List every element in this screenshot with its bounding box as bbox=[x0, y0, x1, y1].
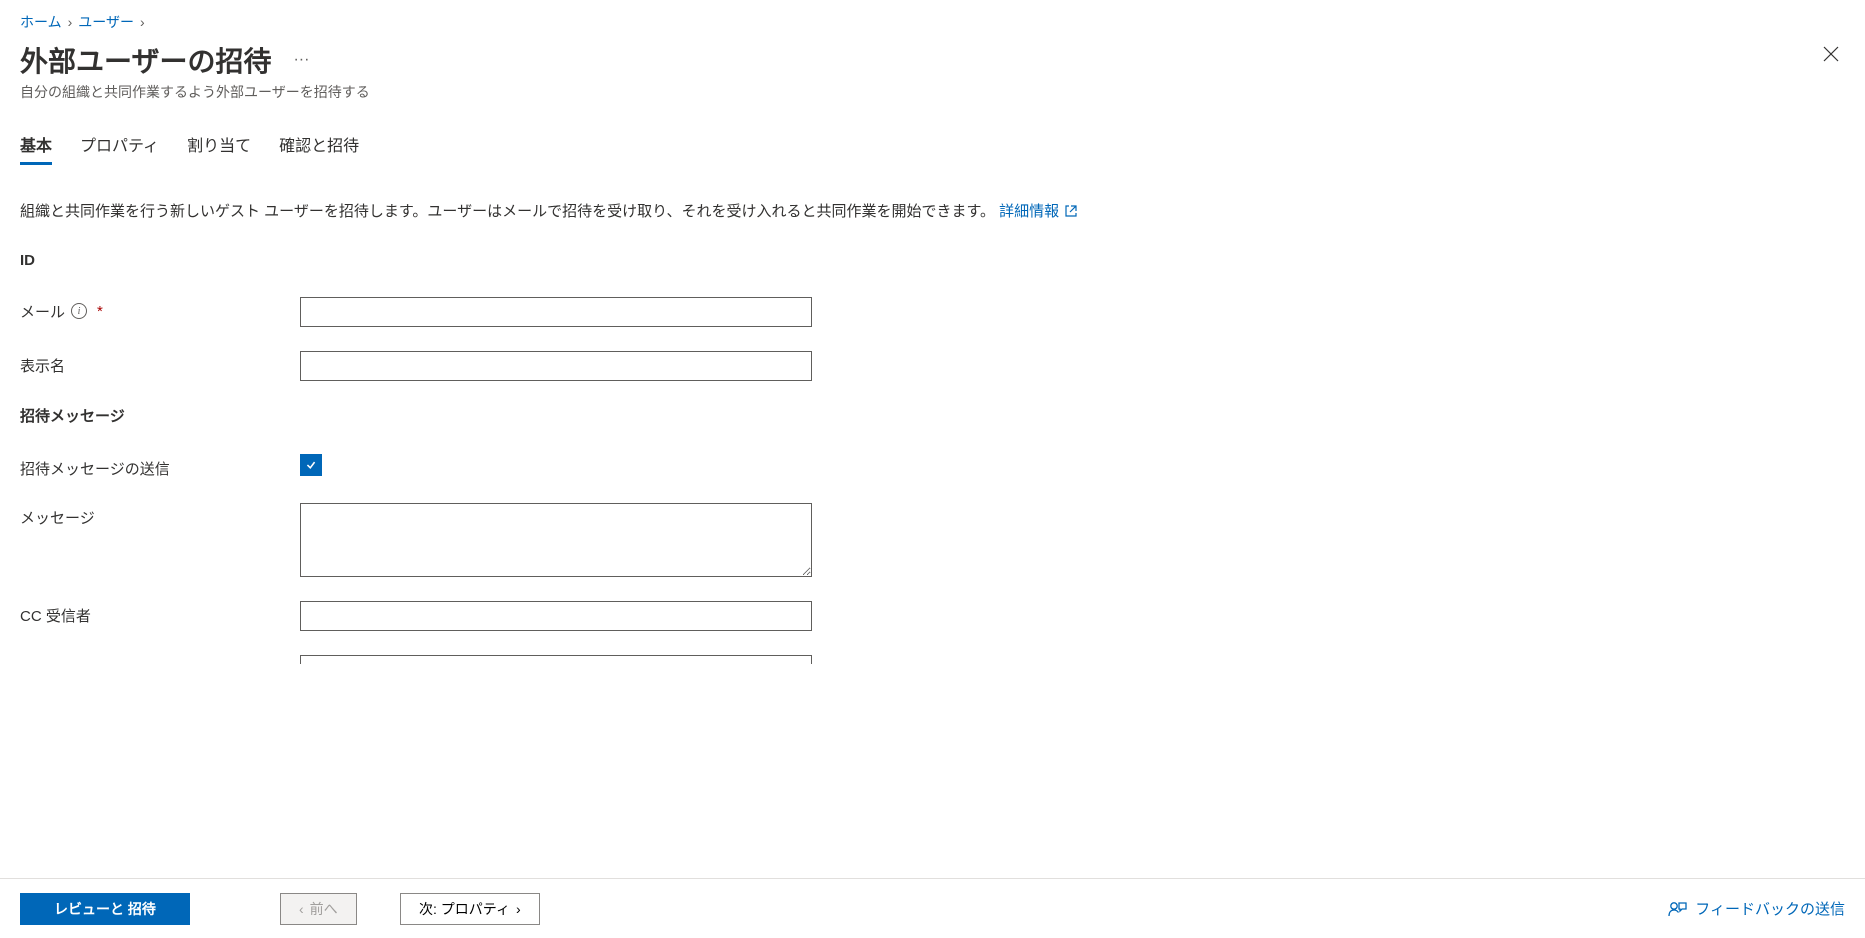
section-id: ID bbox=[20, 252, 1845, 269]
page-title: 外部ユーザーの招待 bbox=[20, 40, 271, 80]
email-input[interactable] bbox=[300, 297, 812, 327]
tab-properties[interactable]: プロパティ bbox=[80, 126, 159, 165]
message-label: メッセージ bbox=[20, 503, 300, 528]
breadcrumb-users[interactable]: ユーザー bbox=[78, 12, 134, 32]
external-link-icon bbox=[1065, 205, 1077, 217]
chevron-left-icon: ‹ bbox=[299, 901, 304, 917]
tabs: 基本 プロパティ 割り当て 確認と招待 bbox=[20, 126, 1845, 165]
next-label: 次: プロパティ bbox=[419, 899, 510, 919]
chevron-right-icon: › bbox=[516, 901, 521, 917]
more-actions-button[interactable]: ··· bbox=[289, 47, 313, 73]
message-textarea[interactable] bbox=[300, 503, 812, 577]
description-text: 組織と共同作業を行う新しいゲスト ユーザーを招待します。ユーザーはメールで招待を… bbox=[20, 201, 1845, 224]
display-name-input[interactable] bbox=[300, 351, 812, 381]
tab-review[interactable]: 確認と招待 bbox=[279, 126, 359, 165]
footer-bar: レビューと 招待 ‹ 前へ 次: プロパティ › フィードバックの送信 bbox=[0, 878, 1865, 938]
tab-basic[interactable]: 基本 bbox=[20, 126, 52, 165]
check-icon bbox=[306, 458, 316, 472]
feedback-link[interactable]: フィードバックの送信 bbox=[1667, 898, 1845, 919]
send-message-label: 招待メッセージの送信 bbox=[20, 454, 300, 479]
close-button[interactable] bbox=[1817, 40, 1845, 73]
info-icon[interactable]: i bbox=[71, 303, 87, 319]
cc-label: CC 受信者 bbox=[20, 601, 300, 626]
chevron-right-icon: › bbox=[140, 14, 145, 30]
extra-input[interactable] bbox=[300, 655, 812, 664]
previous-button: ‹ 前へ bbox=[280, 893, 357, 925]
review-invite-button[interactable]: レビューと 招待 bbox=[20, 893, 190, 925]
page-subtitle: 自分の組織と共同作業するよう外部ユーザーを招待する bbox=[20, 82, 1845, 102]
cc-label-text: CC 受信者 bbox=[20, 605, 91, 626]
description-body: 組織と共同作業を行う新しいゲスト ユーザーを招待します。ユーザーはメールで招待を… bbox=[20, 203, 995, 220]
display-name-label: 表示名 bbox=[20, 351, 300, 376]
learn-more-link[interactable]: 詳細情報 bbox=[999, 203, 1077, 220]
feedback-icon bbox=[1667, 899, 1687, 919]
next-button[interactable]: 次: プロパティ › bbox=[400, 893, 540, 925]
learn-more-label: 詳細情報 bbox=[999, 203, 1059, 220]
breadcrumb: ホーム › ユーザー › bbox=[20, 12, 1845, 32]
tab-assignments[interactable]: 割り当て bbox=[187, 126, 251, 165]
feedback-label: フィードバックの送信 bbox=[1695, 898, 1845, 919]
breadcrumb-home[interactable]: ホーム bbox=[20, 12, 62, 32]
required-indicator: * bbox=[97, 303, 103, 320]
cc-input[interactable] bbox=[300, 601, 812, 631]
previous-label: 前へ bbox=[310, 899, 338, 919]
section-invite-message: 招待メッセージ bbox=[20, 405, 1845, 426]
chevron-right-icon: › bbox=[68, 14, 73, 30]
close-icon bbox=[1823, 46, 1839, 62]
send-message-label-text: 招待メッセージの送信 bbox=[20, 458, 170, 479]
send-message-checkbox[interactable] bbox=[300, 454, 322, 476]
extra-label bbox=[20, 655, 300, 659]
display-name-label-text: 表示名 bbox=[20, 355, 65, 376]
review-invite-label: レビューと 招待 bbox=[54, 899, 156, 919]
message-label-text: メッセージ bbox=[20, 507, 95, 528]
email-label: メール i * bbox=[20, 297, 300, 322]
email-label-text: メール bbox=[20, 301, 65, 322]
